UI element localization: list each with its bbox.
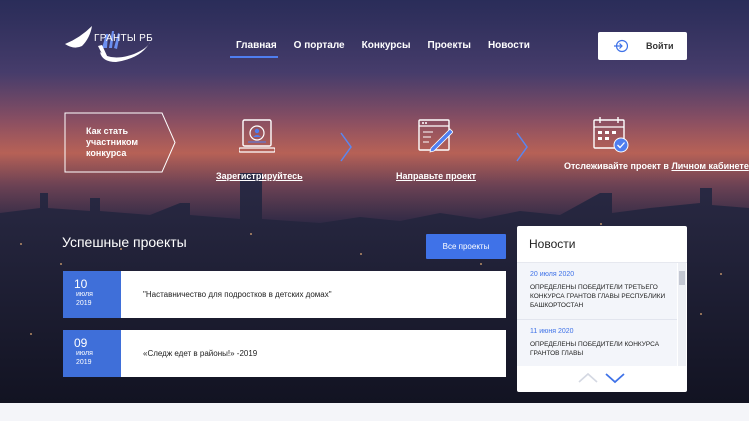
projects-heading: Успешные проекты xyxy=(62,234,187,250)
project-month: июля xyxy=(76,291,93,298)
nav-home[interactable]: Главная xyxy=(236,40,277,51)
project-year: 2019 xyxy=(76,359,92,366)
chevron-down-icon[interactable] xyxy=(605,373,625,384)
project-month: июля xyxy=(76,350,93,357)
project-date: 10 июля 2019 xyxy=(63,271,121,318)
news-item[interactable]: 11 июня 2020 Определены победители конку… xyxy=(517,320,677,366)
nav-news[interactable]: Новости xyxy=(488,40,530,51)
logo-text: ГРАНТЫ РБ xyxy=(94,33,153,44)
chevron-up-icon[interactable] xyxy=(578,372,598,383)
news-pager xyxy=(578,372,625,384)
project-name: «Следж едет в районы!» -2019 xyxy=(143,349,258,358)
laptop-user-icon xyxy=(239,119,275,153)
news-text: Определены победители конкурса грантов Г… xyxy=(530,341,660,357)
intro-step-text: Как стать участником конкурса xyxy=(86,126,139,158)
register-link[interactable]: Зарегистрируйтесь xyxy=(216,171,303,181)
news-date: 11 июня 2020 xyxy=(530,328,574,335)
news-list: 20 июля 2020 Определены победители треть… xyxy=(517,263,677,366)
news-scrollbar[interactable] xyxy=(678,263,686,366)
project-year: 2019 xyxy=(76,300,92,307)
nav-contests[interactable]: Конкурсы xyxy=(362,40,411,51)
chevron-right-icon xyxy=(516,132,528,162)
calendar-check-icon xyxy=(593,117,629,153)
project-day: 09 xyxy=(74,336,88,350)
submit-project-link[interactable]: Направьте проект xyxy=(396,171,476,181)
project-card[interactable]: 09 июля 2019 «Следж едет в районы!» -201… xyxy=(63,330,506,377)
news-item[interactable]: 20 июля 2020 Определены победители треть… xyxy=(517,263,677,320)
track-project-prefix: Отслеживайте проект в xyxy=(564,161,672,171)
news-scroll-thumb[interactable] xyxy=(679,271,685,285)
all-projects-button[interactable]: Все проекты xyxy=(426,234,506,259)
login-button[interactable]: Войти xyxy=(598,32,687,60)
news-heading: Новости xyxy=(529,237,576,251)
chevron-right-icon xyxy=(340,132,352,162)
nav-projects[interactable]: Проекты xyxy=(428,40,471,51)
news-panel: Новости 20 июля 2020 Определены победите… xyxy=(517,226,687,392)
news-date: 20 июля 2020 xyxy=(530,271,575,278)
page-bottom-strip xyxy=(0,403,749,421)
login-icon xyxy=(614,39,628,53)
project-card[interactable]: 10 июля 2019 "Наставничество для подрост… xyxy=(63,271,506,318)
track-project-text: Отслеживайте проект в Личном кабинете xyxy=(564,161,749,172)
main-nav: Главная О портале Конкурсы Проекты Новос… xyxy=(236,40,547,51)
login-label: Войти xyxy=(646,41,674,51)
project-date: 09 июля 2019 xyxy=(63,330,121,377)
nav-active-indicator xyxy=(230,56,278,58)
project-day: 10 xyxy=(74,277,88,291)
hero-banner: ГРАНТЫ РБ Главная О портале Конкурсы Про… xyxy=(0,0,749,403)
nav-about[interactable]: О портале xyxy=(294,40,345,51)
cabinet-link[interactable]: Личном кабинете xyxy=(671,161,748,171)
edit-document-icon xyxy=(418,119,453,153)
project-name: "Наставничество для подростков в детских… xyxy=(143,290,332,299)
news-text: Определены победители третьего конкурса … xyxy=(530,284,666,309)
